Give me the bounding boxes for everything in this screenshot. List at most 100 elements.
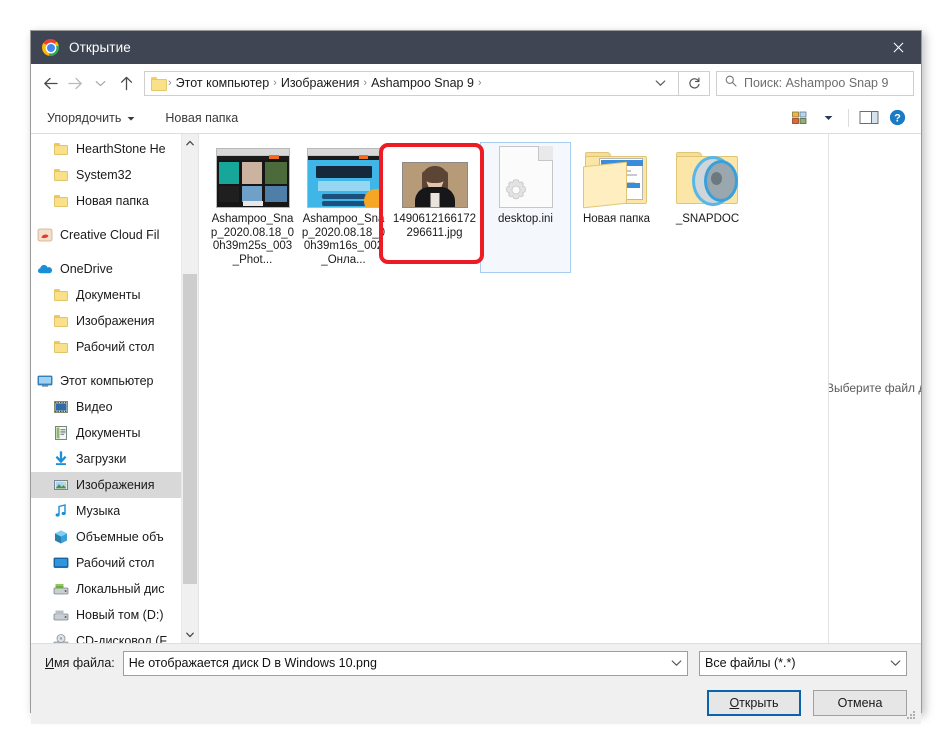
refresh-icon[interactable] [679,70,710,96]
portrait-photo-thumbnail [397,146,473,208]
downloads-icon [53,451,69,467]
breadcrumb-item-ashampoo-snap-9[interactable]: Ashampoo Snap 9 [368,76,477,90]
sidebar-item-label: Рабочий стол [76,556,155,570]
folder-snapdoc-icon [670,146,746,208]
sidebar-item-music[interactable]: Музыка [31,498,181,524]
filename-value: Не отображается диск D в Windows 10.png [128,656,377,670]
screenshot-canvas: Открытие › Этот компьютер › Изображения … [0,0,950,741]
file-item[interactable]: Ashampoo_Snap_2020.08.18_00h39m16s_002_О… [298,142,389,273]
navigation-pane-scrollbar[interactable] [181,134,198,643]
sidebar-item-label: Локальный дис [76,582,165,596]
organize-button[interactable]: Упорядочить [43,102,139,133]
navigation-bar: › Этот компьютер › Изображения › Ashampo… [31,64,921,102]
sidebar-item-cd-drive[interactable]: CD-дисковод (F [31,628,181,643]
search-box[interactable]: Поиск: Ashampoo Snap 9 [716,70,914,96]
sidebar-item-onedrive-pictures[interactable]: Изображения [31,308,181,334]
file-item[interactable]: 1490612166172296611.jpg [389,142,480,273]
sidebar-item-desktop[interactable]: Рабочий стол [31,550,181,576]
sidebar-item-system32[interactable]: System32 [31,162,181,188]
file-list-pane[interactable]: Ashampoo_Snap_2020.08.18_00h39m25s_003_P… [198,134,828,643]
sidebar-item-videos[interactable]: Видео [31,394,181,420]
file-item[interactable]: _SNAPDOC [662,142,753,273]
breadcrumb-item-pictures[interactable]: Изображения [278,76,363,90]
title-bar: Открытие [31,31,921,64]
search-input[interactable]: Поиск: Ashampoo Snap 9 [744,76,888,90]
scrollbar-thumb[interactable] [183,274,197,584]
chevron-down-icon[interactable] [890,654,901,672]
sidebar-item-creative-cloud-files[interactable]: Creative Cloud Fil [31,222,181,248]
folder-icon [53,193,69,209]
sidebar-item-label: Creative Cloud Fil [60,228,160,242]
filename-input[interactable]: Не отображается диск D в Windows 10.png [122,650,688,676]
close-icon[interactable] [875,31,921,64]
breadcrumb-separator: › [477,77,482,89]
dialog-content: HearthStone He System32 Новая папка Crea… [31,134,921,643]
file-item[interactable]: Новая папка [571,142,662,273]
file-name: Новая папка [582,213,651,225]
sidebar-item-pictures[interactable]: Изображения [31,472,181,498]
sidebar-item-label: System32 [76,168,132,182]
file-name: Ashampoo_Snap_2020.08.18_00h39m16s_002_О… [301,213,386,266]
new-folder-button[interactable]: Новая папка [161,102,242,133]
preview-pane-icon[interactable] [855,102,883,133]
back-button[interactable] [38,69,63,97]
view-dropdown-icon[interactable] [814,102,842,133]
creative-cloud-icon [37,227,53,243]
sidebar-item-label: Документы [76,288,141,302]
sidebar-item-hearthstone[interactable]: HearthStone He [31,136,181,162]
sidebar-item-label: HearthStone He [76,142,166,156]
cancel-button[interactable]: Отмена [813,690,907,716]
preview-pane: Выберите файл для предварительного просм… [828,134,921,643]
sidebar-item-onedrive-documents[interactable]: Документы [31,282,181,308]
sidebar-item-label: Документы [76,426,141,440]
screenshot-dark-thumbnail [215,146,291,208]
3d-objects-icon [53,529,69,545]
breadcrumb-dropdown-icon[interactable] [649,74,674,92]
folder-icon [53,313,69,329]
sidebar-item-documents[interactable]: Документы [31,420,181,446]
sidebar-item-label: Рабочий стол [76,340,155,354]
folder-icon [53,287,69,303]
preview-placeholder-text: Выберите файл для предварительного просм… [828,381,921,395]
help-icon[interactable]: ? [883,102,911,133]
file-item[interactable]: Ashampoo_Snap_2020.08.18_00h39m25s_003_P… [207,142,298,273]
file-grid: Ashampoo_Snap_2020.08.18_00h39m25s_003_P… [207,142,828,277]
sidebar-item-new-folder[interactable]: Новая папка [31,188,181,214]
up-button[interactable] [113,69,139,97]
file-type-value: Все файлы (*.*) [705,656,796,670]
breadcrumb-bar[interactable]: › Этот компьютер › Изображения › Ashampo… [144,70,679,96]
open-button[interactable]: Открыть [707,690,801,716]
sidebar-item-label: OneDrive [60,262,113,276]
window-title: Открытие [69,40,131,55]
file-type-select[interactable]: Все файлы (*.*) [699,650,907,676]
sidebar-item-onedrive-desktop[interactable]: Рабочий стол [31,334,181,360]
sidebar-item-3d-objects[interactable]: Объемные объ [31,524,181,550]
resize-grip-icon[interactable] [907,711,917,721]
sidebar-item-this-pc[interactable]: Этот компьютер [31,368,181,394]
forward-button[interactable] [63,69,88,97]
sidebar-item-new-volume-d[interactable]: Новый том (D:) [31,602,181,628]
sidebar-item-local-disk[interactable]: Локальный дис [31,576,181,602]
recent-locations-button[interactable] [88,69,113,97]
sidebar-item-label: Видео [76,400,113,414]
file-name: desktop.ini [498,213,553,225]
scroll-up-icon[interactable] [182,134,198,151]
view-layout-icon[interactable] [786,102,814,133]
command-toolbar: Упорядочить Новая папка ? [31,102,921,134]
button-row: Открыть Отмена [31,682,921,724]
sidebar-item-downloads[interactable]: Загрузки [31,446,181,472]
search-icon [725,74,737,92]
sidebar-item-onedrive[interactable]: OneDrive [31,256,181,282]
scroll-down-icon[interactable] [182,626,198,643]
breadcrumb-item-this-pc[interactable]: Этот компьютер [173,76,272,90]
chrome-icon [42,39,59,56]
sidebar-item-label: Этот компьютер [60,374,154,388]
ini-file-icon [488,146,564,208]
chevron-down-icon[interactable] [663,654,682,672]
folder-icon [53,339,69,355]
sidebar-item-label: Музыка [76,504,121,518]
file-item[interactable]: desktop.ini [480,142,571,273]
sidebar-item-label: Новый том (D:) [76,608,164,622]
